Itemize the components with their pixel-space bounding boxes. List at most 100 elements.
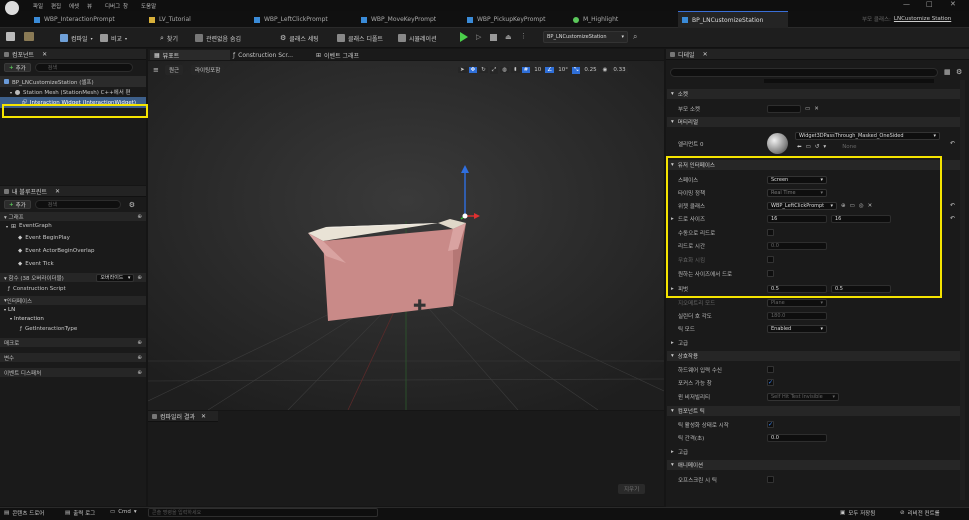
components-search-input[interactable]: 검색 xyxy=(34,63,133,72)
world-icon[interactable]: ◍ xyxy=(500,67,510,73)
graphs-section-header[interactable]: ▾ 그래프 ⊕ xyxy=(0,212,146,221)
tab-construction-script[interactable]: ƒ Construction Scr... xyxy=(233,50,313,60)
diff-button[interactable]: 비교 ▾ xyxy=(100,32,127,44)
tick-interval-field[interactable]: 0.0 xyxy=(767,433,827,442)
tab-lv-tutorial[interactable]: LV_Tutorial xyxy=(145,11,240,28)
tab-event-graph[interactable]: ⊞ 이벤트 그래프 xyxy=(316,50,396,60)
event-graph-item[interactable]: ▾ ⊞ EventGraph xyxy=(0,221,146,231)
geometry-mode-select[interactable]: Plane ▾ xyxy=(767,298,827,307)
lighting-button[interactable]: 라이팅포함 xyxy=(191,65,225,75)
gear-icon[interactable]: ⚙ xyxy=(129,201,135,209)
section-sockets[interactable]: ▾ 소켓 xyxy=(667,89,960,99)
class-settings-button[interactable]: ⚙ 클래스 세팅 xyxy=(280,32,319,44)
pivot-y[interactable]: 0.5 xyxy=(831,284,891,293)
revision-control-button[interactable]: ⊘ 리비전 컨트롤 xyxy=(900,509,940,517)
section-animation[interactable]: ▾ 애니메이션 xyxy=(667,460,960,470)
gear-icon[interactable]: ⚙ xyxy=(956,68,962,76)
material-select[interactable]: Widget3DPassThrough_Masked_OneSided ▾ xyxy=(795,132,940,140)
tree-item-self[interactable]: BP_LNCustomizeStation (셀프) xyxy=(0,76,146,87)
close-icon[interactable]: ✕ xyxy=(55,188,60,195)
menu-file[interactable]: 파일 xyxy=(33,2,51,10)
property-matrix-icon[interactable]: ▦ xyxy=(944,68,951,76)
menu-edit[interactable]: 편집 xyxy=(51,2,69,10)
event-item[interactable]: ◆ Event ActorBeginOverlap xyxy=(0,244,146,257)
surface-snap-icon[interactable]: ⬍ xyxy=(511,67,520,73)
details-search-input[interactable] xyxy=(670,68,938,77)
section-materials[interactable]: ▾ 머티리얼 xyxy=(667,117,960,127)
parent-socket-field[interactable] xyxy=(767,104,801,113)
widget-class-select[interactable]: WBP_LeftClickPrompt ▾ xyxy=(767,201,837,210)
material-thumbnail[interactable] xyxy=(767,133,788,154)
add-member-button[interactable]: + 추가 xyxy=(4,200,31,209)
close-icon[interactable]: ✕ xyxy=(42,51,47,58)
cylinder-arc-field[interactable]: 180.0 xyxy=(767,311,827,320)
arrow-left-icon[interactable]: ⬅ xyxy=(797,144,802,150)
chevron-right-icon[interactable]: ▸ xyxy=(671,216,674,222)
chevron-right-icon[interactable]: ▸ xyxy=(671,286,674,292)
close-icon[interactable]: ✕ xyxy=(950,0,956,8)
browse-icon[interactable]: ▭ xyxy=(850,203,855,209)
override-select[interactable]: 오버라이드 ▾ xyxy=(96,273,135,282)
advanced2-row[interactable]: ▸ 고급 xyxy=(667,446,947,457)
tab-wbp-pickupkeyprompt[interactable]: WBP_PickupKeyPrompt xyxy=(463,11,568,28)
console-input[interactable]: 콘솔 명령을 입력하세요 xyxy=(148,508,378,517)
tick-mode-select[interactable]: Enabled ▾ xyxy=(767,324,827,333)
add-circle-icon[interactable]: ⊕ xyxy=(137,370,142,376)
interface-interaction[interactable]: ▾ Interaction xyxy=(0,314,146,323)
my-blueprint-search-input[interactable]: 검색 xyxy=(34,200,121,209)
add-circle-icon[interactable]: ⊕ xyxy=(137,214,142,220)
find-button[interactable]: ⌕ 찾기 xyxy=(160,32,178,44)
variables-section-header[interactable]: 변수 ⊕ xyxy=(0,353,146,362)
add-circle-icon[interactable]: ⊕ xyxy=(137,340,142,346)
focusable-window-checkbox[interactable]: ✓ xyxy=(767,379,774,386)
draw-at-desired-size-checkbox[interactable] xyxy=(767,270,774,277)
space-select[interactable]: Screen ▾ xyxy=(767,175,827,184)
macros-section-header[interactable]: 매크로 ⊕ xyxy=(0,338,146,347)
scale-snap-icon[interactable]: ⤡ xyxy=(571,66,581,74)
cmd-select[interactable]: ▭ Cmd ▾ xyxy=(110,509,137,515)
debug-search-icon[interactable]: ⌕ xyxy=(633,32,637,42)
redraw-time-field[interactable]: 0.0 xyxy=(767,241,827,250)
stop-icon[interactable] xyxy=(490,34,497,41)
class-defaults-button[interactable]: 클래스 디폴트 xyxy=(337,32,383,44)
event-item[interactable]: ◆ Event BeginPlay xyxy=(0,231,146,244)
menu-view[interactable]: 뷰 xyxy=(87,2,105,10)
tab-wbp-interactionprompt[interactable]: WBP_InteractionPrompt xyxy=(30,11,145,28)
tab-wbp-leftclickprompt[interactable]: WBP_LeftClickPrompt xyxy=(250,11,355,28)
dispatchers-section-header[interactable]: 이벤트 디스패처 ⊕ xyxy=(0,368,146,377)
event-item[interactable]: ◆ Event Tick xyxy=(0,257,146,270)
details-scrollbar[interactable] xyxy=(960,80,965,500)
functions-section-header[interactable]: ▾ 함수 (38 오버라이더블) 오버라이드 ▾ ⊕ xyxy=(0,273,146,282)
eject-icon[interactable]: ⏏ xyxy=(505,33,512,41)
save-icon[interactable] xyxy=(6,32,15,41)
tick-when-offscreen-checkbox[interactable] xyxy=(767,476,774,483)
tab-m-highlight[interactable]: M_Highlight xyxy=(569,11,674,28)
rotation-snap-value[interactable]: 10° xyxy=(556,67,570,73)
camera-speed-icon[interactable]: ◉ xyxy=(600,67,610,73)
grid-snap-icon[interactable]: # xyxy=(521,67,531,73)
more-options-icon[interactable]: ⋮ xyxy=(520,32,527,40)
grid-snap-value[interactable]: 10 xyxy=(532,67,544,73)
rotate-icon[interactable]: ↻ xyxy=(479,67,488,73)
interface-ln[interactable]: ▾ LN xyxy=(0,305,146,314)
close-icon[interactable]: ✕ xyxy=(703,51,708,58)
menu-asset[interactable]: 에셋 xyxy=(69,2,87,10)
clear-icon[interactable]: ✕ xyxy=(814,106,819,112)
section-interaction[interactable]: ▾ 상호작용 xyxy=(667,351,960,361)
reset-to-default-icon[interactable]: ↶ xyxy=(950,215,955,222)
function-get-interaction-type[interactable]: ƒ GetInteractionType xyxy=(0,323,146,334)
camera-speed-value[interactable]: 0.33 xyxy=(611,67,628,73)
debug-target-select[interactable]: BP_LNCustomizeStation ▾ xyxy=(543,31,628,43)
menu-debug[interactable]: 디버그 xyxy=(105,2,123,10)
scale-icon[interactable]: ⤢ xyxy=(489,66,499,74)
pivot-x[interactable]: 0.5 xyxy=(767,284,827,293)
browse-icon[interactable]: ▭ xyxy=(805,106,810,112)
move-icon[interactable]: ✥ xyxy=(468,67,478,73)
scale-snap-value[interactable]: 0.25 xyxy=(582,67,599,73)
start-with-tick-enabled-checkbox[interactable]: ✓ xyxy=(767,421,774,428)
tree-item-interaction-widget[interactable]: ⮺ Interaction Widget (InteractionWidget) xyxy=(0,97,146,108)
content-drawer-button[interactable]: ▤ 콘텐츠 드로어 xyxy=(4,509,44,517)
menu-help[interactable]: 도움말 xyxy=(141,2,159,10)
menu-window[interactable]: 창 xyxy=(123,2,141,10)
invalidate-checkbox[interactable] xyxy=(767,256,774,263)
